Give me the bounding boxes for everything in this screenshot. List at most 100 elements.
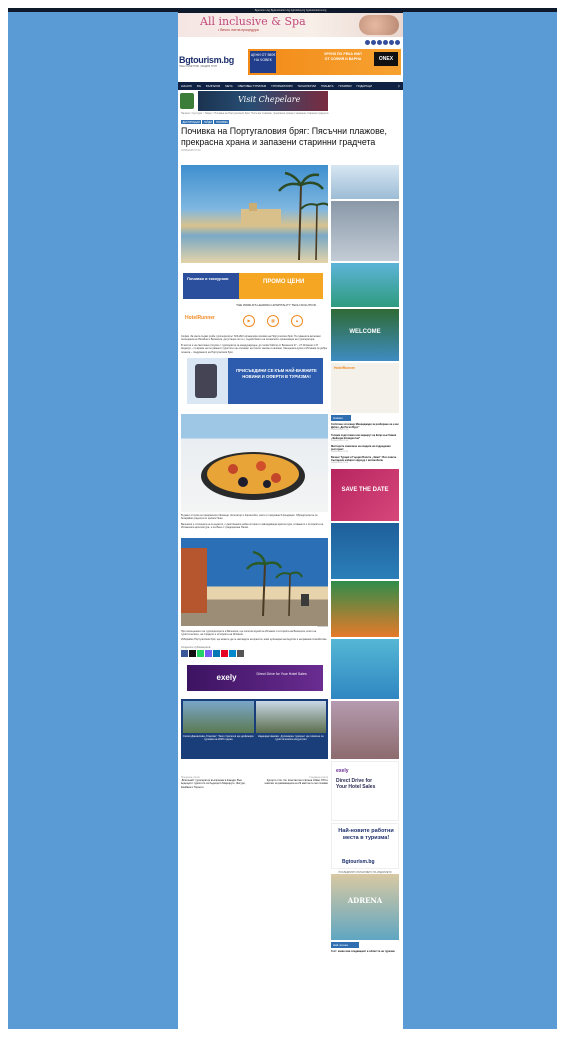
nav-item[interactable]: BG bbox=[197, 85, 201, 88]
nav-item[interactable]: МЕТА bbox=[225, 85, 232, 88]
site-logo[interactable]: Bgtourism.bg НАШ СЪВЕТНИК | МЕДИЯ ГРУП bbox=[179, 55, 234, 68]
news-date: 16/06/2025 07:20 bbox=[331, 429, 349, 431]
top-banner-ad[interactable]: All inclusive & Spa • Вечно лятна процед… bbox=[178, 13, 403, 37]
news-item[interactable]: Бизнес Турция и Гърция Вопите „Зима“: Вс… bbox=[331, 456, 399, 465]
youtube-icon[interactable] bbox=[377, 40, 382, 45]
palm-trees-illustration bbox=[241, 171, 328, 261]
news-item[interactable]: Мистерите хамелион на кладата на подреде… bbox=[331, 445, 399, 454]
nav-item[interactable]: ПОЧИВКИ bbox=[339, 85, 352, 88]
sidebar-ad[interactable] bbox=[331, 523, 399, 579]
most-read-header: Най-четени bbox=[331, 942, 359, 948]
exely-ad[interactable]: exely Direct Drive for Your Hotel Sales bbox=[186, 664, 323, 691]
excursions-title: Почивки и екскурзии bbox=[187, 276, 229, 281]
tag[interactable]: ПОЧИВКА bbox=[214, 120, 230, 124]
nav-item[interactable]: СВЕТОВЕН ТУРИЗЪМ bbox=[238, 85, 266, 88]
prev-article[interactable]: Предишна статия „Вселенай“ туроператор в… bbox=[181, 777, 249, 789]
sidebar-ad[interactable] bbox=[331, 263, 399, 307]
sidebar-ad[interactable] bbox=[331, 201, 399, 261]
related-card[interactable]: Селия Даниелова „Гласове“: Тази стратеги… bbox=[183, 700, 254, 757]
sidebar-ad[interactable] bbox=[331, 165, 399, 199]
promo-subtitle: ОТ СОФИЯ И ВАРНА bbox=[324, 56, 362, 61]
share-label: Споделете публикацията: bbox=[181, 645, 211, 649]
next-article[interactable]: Следваща статия Курортът Св. Св. Констан… bbox=[260, 777, 328, 789]
sidebar-ad[interactable] bbox=[331, 701, 399, 759]
email-share-icon[interactable] bbox=[237, 649, 244, 657]
nav-item[interactable]: ПОДАРЪЦИ bbox=[357, 85, 372, 88]
facebook-icon[interactable] bbox=[365, 40, 370, 45]
news-item[interactable]: Собствен хотелиер Минанджади за разбиран… bbox=[331, 423, 399, 432]
hotelrunner-ad[interactable]: HotelRunner THE WORLD'S LEADING HOSPITAL… bbox=[181, 303, 328, 333]
sidebar-ad[interactable] bbox=[331, 581, 399, 637]
related-card[interactable]: Надежда Нанова: „Кулинарен туризъм“ ще п… bbox=[255, 700, 326, 757]
nav-item[interactable]: ПЛАНЕТА bbox=[321, 85, 334, 88]
excursions-ad[interactable]: Почивки и екскурзии ПРОМО ЦЕНИ bbox=[183, 273, 323, 299]
banner-image bbox=[359, 15, 399, 35]
valencia-image[interactable] bbox=[181, 537, 328, 626]
telegram-share-icon[interactable] bbox=[229, 649, 236, 657]
hotelrunner-side-ad[interactable]: HotelRunner bbox=[331, 363, 399, 413]
magazine-title: ADRENA bbox=[347, 896, 383, 905]
related-image bbox=[183, 700, 254, 733]
nav-item[interactable]: БЪЛГАРИЯ bbox=[206, 85, 220, 88]
x-icon[interactable] bbox=[389, 40, 394, 45]
share-buttons bbox=[181, 649, 328, 657]
header-promo-ad[interactable]: ЦЕНИ ОТ 580€ НА ЧОВЕК КРУИЗ ПО РЕКА НИЛ … bbox=[248, 49, 401, 75]
promo-text: КРУИЗ ПО РЕКА НИЛ ОТ СОФИЯ И ВАРНА bbox=[308, 52, 378, 61]
nav-item[interactable]: НАЧАЛО bbox=[181, 85, 192, 88]
save-the-date-text: SAVE THE DATE bbox=[341, 487, 389, 493]
excursions-price: ПРОМО ЦЕНИ bbox=[263, 279, 305, 285]
x-share-icon[interactable] bbox=[189, 649, 196, 657]
whatsapp-share-icon[interactable] bbox=[197, 649, 204, 657]
linkedin-share-icon[interactable] bbox=[213, 649, 220, 657]
linkedin-icon[interactable] bbox=[383, 40, 388, 45]
background-right bbox=[403, 8, 557, 1029]
exely-logo: exely bbox=[216, 672, 237, 682]
logo-text: Bgtourism.bg bbox=[179, 55, 234, 65]
main-nav: НАЧАЛО BG БЪЛГАРИЯ МЕТА СВЕТОВЕН ТУРИЗЪМ… bbox=[178, 82, 403, 90]
facebook-share-icon[interactable] bbox=[181, 649, 188, 657]
grid-icon[interactable]: ▦ bbox=[267, 315, 279, 327]
news-item[interactable]: Голяма подготовка нов маршрут на Кипр къ… bbox=[331, 434, 399, 443]
jobs-logo: Bgtourism.bg bbox=[342, 859, 375, 865]
paragraph: Избирайки Португалския бряг, ще можете д… bbox=[181, 638, 328, 642]
exely-text: Direct Drive for Your Hotel Sales bbox=[256, 671, 307, 676]
instagram-icon[interactable] bbox=[371, 40, 376, 45]
jobs-ad[interactable]: Най-новите работни места в туризма! Bgto… bbox=[331, 823, 399, 869]
social-icons bbox=[365, 40, 400, 45]
nav-item[interactable]: ТУРОПЕРАТОРИ bbox=[271, 85, 292, 88]
article-date: 16/06/2025 07:20 bbox=[181, 149, 201, 152]
breadcrumb[interactable]: Начало > Култура > Гайди > Почивка на По… bbox=[181, 112, 401, 115]
article-body: Почивки и екскурзии ПРОМО ЦЕНИ HotelRunn… bbox=[181, 165, 328, 789]
play-icon[interactable]: ▶ bbox=[243, 315, 255, 327]
image-caption: Валенсия bbox=[317, 625, 328, 628]
hero-image[interactable] bbox=[181, 165, 328, 263]
related-image bbox=[255, 700, 326, 733]
paella-image[interactable] bbox=[181, 414, 328, 513]
save-the-date-ad[interactable]: SAVE THE DATE bbox=[331, 469, 399, 521]
tag[interactable]: ГАЙДИ bbox=[202, 120, 214, 124]
nav-item[interactable]: ТЕХНОЛОГИИ bbox=[298, 85, 316, 88]
banner-title: All inclusive & Spa bbox=[200, 15, 306, 28]
most-read-item[interactable]: Гост: какво има следващият в областта на… bbox=[331, 950, 399, 953]
sidebar-ad[interactable] bbox=[331, 639, 399, 699]
news-date: 16/06/2025 07:20 bbox=[331, 440, 349, 442]
news-header: Новини bbox=[331, 415, 351, 421]
banner-subtitle: • Вечно лятна процедура bbox=[218, 28, 259, 32]
related-title: Селия Даниелова „Гласове“: Тази стратеги… bbox=[183, 734, 254, 742]
chepelare-ad[interactable]: Visit Chepelare bbox=[198, 91, 328, 111]
welcome-ad[interactable]: WELCOME bbox=[331, 309, 399, 361]
newsletter-ad[interactable]: ПРИСЪЕДИНИ СЕ КЪМ НАЙ-ВАЖНИТЕ НОВИНИ И О… bbox=[186, 358, 323, 405]
exely-side-text: Direct Drive for Your Hotel Sales bbox=[336, 778, 376, 790]
paella-dish bbox=[201, 452, 305, 501]
exely-side-ad[interactable]: exely Direct Drive for Your Hotel Sales bbox=[331, 761, 399, 821]
sponsor-logo[interactable] bbox=[180, 93, 194, 109]
chart-icon[interactable]: ▲ bbox=[291, 315, 303, 327]
magazine-cover[interactable]: ADRENA bbox=[331, 874, 399, 940]
viber-share-icon[interactable] bbox=[205, 649, 212, 657]
rss-icon[interactable] bbox=[395, 40, 400, 45]
tag[interactable]: ДЕСТИНАЦИИ bbox=[181, 120, 202, 124]
pinterest-share-icon[interactable] bbox=[221, 649, 228, 657]
news-date: 16/06/2025 07:20 bbox=[331, 462, 349, 464]
search-icon[interactable]: ⚲ bbox=[398, 84, 400, 88]
paragraph: Валенсия е столицата на съседното, с дев… bbox=[181, 522, 324, 530]
